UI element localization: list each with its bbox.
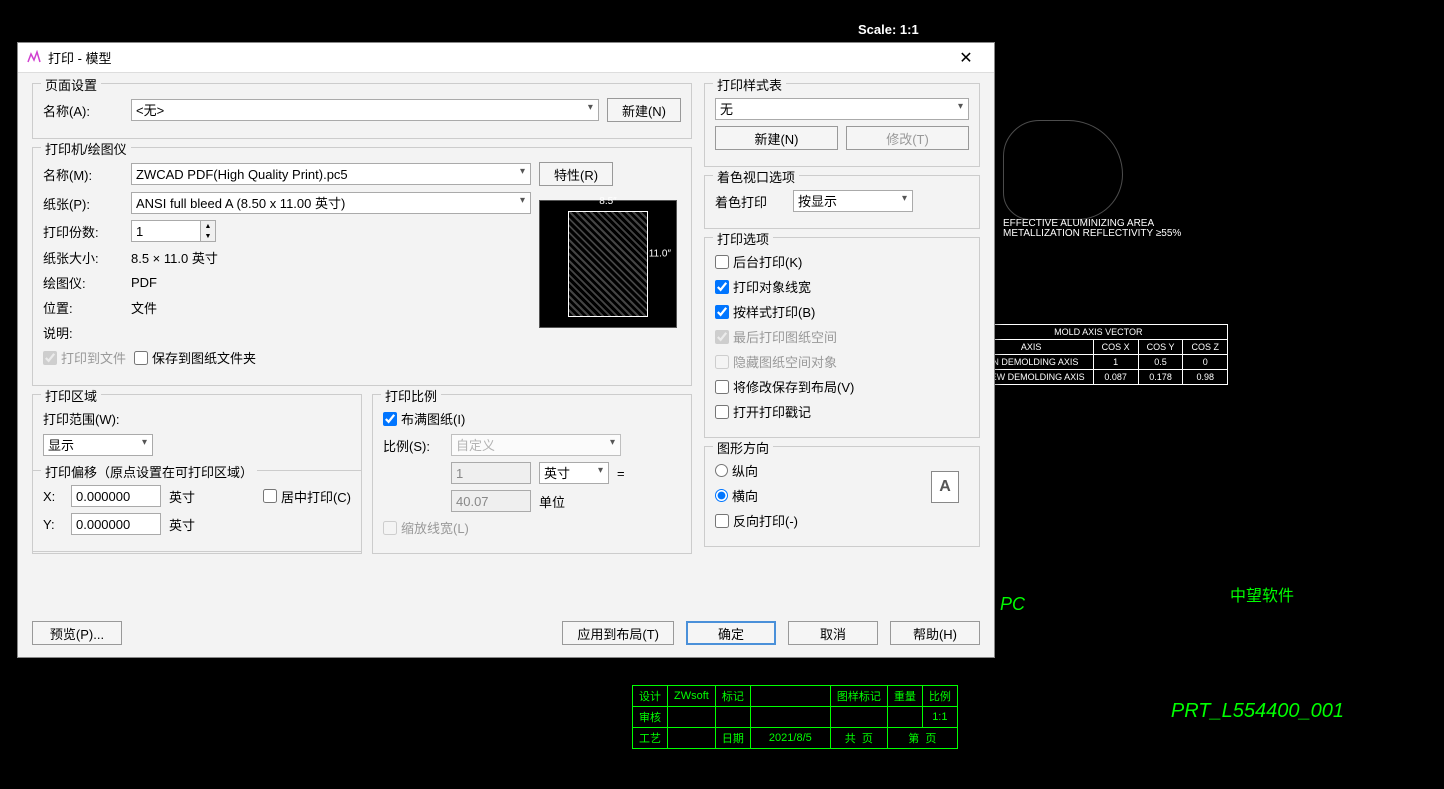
- lineweight-check[interactable]: 打印对象线宽: [715, 277, 811, 296]
- titlebar[interactable]: 打印 - 模型 ✕: [18, 43, 994, 73]
- center-plot-check[interactable]: 居中打印(C): [263, 487, 351, 506]
- viewport-group: 着色视口选项 着色打印 按显示: [704, 175, 980, 229]
- scale-indicator: Scale: 1:1: [858, 22, 919, 37]
- plot-options-group: 打印选项 后台打印(K) 打印对象线宽 按样式打印(B) 最后打印图纸空间 隐藏…: [704, 237, 980, 438]
- page-setup-group: 页面设置 名称(A): <无> 新建(N): [32, 83, 692, 139]
- upside-down-check[interactable]: 反向打印(-): [715, 511, 798, 530]
- hide-paperspace-check: 隐藏图纸空间对象: [715, 352, 837, 371]
- scale-select: 自定义: [451, 434, 621, 456]
- printer-name-select[interactable]: ZWCAD PDF(High Quality Print).pc5: [131, 163, 531, 185]
- copies-spinner[interactable]: ▲▼: [131, 220, 216, 242]
- apply-layout-button[interactable]: 应用到布局(T): [562, 621, 674, 645]
- print-dialog: 打印 - 模型 ✕ 页面设置 名称(A): <无> 新建(N) 打印机/绘图仪 …: [17, 42, 995, 658]
- page-name-select[interactable]: <无>: [131, 99, 599, 121]
- save-layout-check[interactable]: 将修改保存到布局(V): [715, 377, 854, 396]
- last-paperspace-check: 最后打印图纸空间: [715, 327, 837, 346]
- plot-stamp-check[interactable]: 打开打印戳记: [715, 402, 811, 421]
- printer-group: 打印机/绘图仪 名称(M): ZWCAD PDF(High Quality Pr…: [32, 147, 692, 386]
- scale-unit-select[interactable]: 英寸: [539, 462, 609, 484]
- bg-plot-check[interactable]: 后台打印(K): [715, 252, 802, 271]
- cad-vector-table: MOLD AXIS VECTOR AXISCOS XCOS YCOS Z AIN…: [969, 324, 1228, 385]
- ok-button[interactable]: 确定: [686, 621, 776, 645]
- page-name-label: 名称(A):: [43, 101, 123, 120]
- cad-title-block: 设计ZWsoft标记图样标记重量比例 审核1:1 工艺日期2021/8/5共 页…: [632, 685, 958, 749]
- spin-down[interactable]: ▼: [201, 231, 215, 241]
- cad-part-number: PRT_L554400_001: [1171, 700, 1344, 723]
- fit-paper-check[interactable]: 布满图纸(I): [383, 409, 465, 428]
- paper-select[interactable]: ANSI full bleed A (8.50 x 11.00 英寸): [131, 192, 531, 214]
- plot-scale-group: 打印比例 布满图纸(I) 比例(S): 自定义 英寸 =: [372, 394, 692, 554]
- orientation-group: 图形方向 纵向 横向 反向打印(-) A: [704, 446, 980, 547]
- scale-lineweight-check: 缩放线宽(L): [383, 518, 469, 537]
- copies-input[interactable]: [131, 220, 201, 242]
- cad-company: 中望软件: [1230, 582, 1294, 606]
- style-select[interactable]: 无: [715, 98, 969, 120]
- cad-annotation: METALLIZATION REFLECTIVITY ≥55%: [1003, 228, 1181, 239]
- landscape-radio[interactable]: 横向: [715, 486, 758, 505]
- plot-style-group: 打印样式表 无 新建(N) 修改(T): [704, 83, 980, 167]
- printer-props-button[interactable]: 特性(R): [539, 162, 613, 186]
- cad-material: PC: [1000, 594, 1025, 615]
- plot-offset-group: 打印偏移（原点设置在可打印区域） X: 英寸 居中打印(C) Y: 英寸: [32, 470, 362, 552]
- cad-shape: [1003, 120, 1123, 220]
- scale-denom-input: [451, 490, 531, 512]
- spin-up[interactable]: ▲: [201, 221, 215, 231]
- offset-y-input[interactable]: [71, 513, 161, 535]
- portrait-radio[interactable]: 纵向: [715, 461, 758, 480]
- page-new-button[interactable]: 新建(N): [607, 98, 681, 122]
- print-to-file-check: 打印到文件: [43, 348, 126, 367]
- dialog-title: 打印 - 模型: [48, 48, 946, 67]
- offset-x-input[interactable]: [71, 485, 161, 507]
- cancel-button[interactable]: 取消: [788, 621, 878, 645]
- orientation-icon: A: [931, 471, 959, 503]
- app-icon: [26, 50, 42, 66]
- help-button[interactable]: 帮助(H): [890, 621, 980, 645]
- style-edit-button: 修改(T): [846, 126, 969, 150]
- preview-button[interactable]: 预览(P)...: [32, 621, 122, 645]
- plot-range-select[interactable]: 显示: [43, 434, 153, 456]
- style-new-button[interactable]: 新建(N): [715, 126, 838, 150]
- dialog-footer: 预览(P)... 应用到布局(T) 确定 取消 帮助(H): [32, 621, 980, 645]
- paper-preview: 8.5″ 11.0″: [539, 200, 677, 328]
- shade-select[interactable]: 按显示: [793, 190, 913, 212]
- close-button[interactable]: ✕: [946, 44, 986, 72]
- save-sheet-check[interactable]: 保存到图纸文件夹: [134, 348, 256, 367]
- scale-num-input: [451, 462, 531, 484]
- plot-styles-check[interactable]: 按样式打印(B): [715, 302, 815, 321]
